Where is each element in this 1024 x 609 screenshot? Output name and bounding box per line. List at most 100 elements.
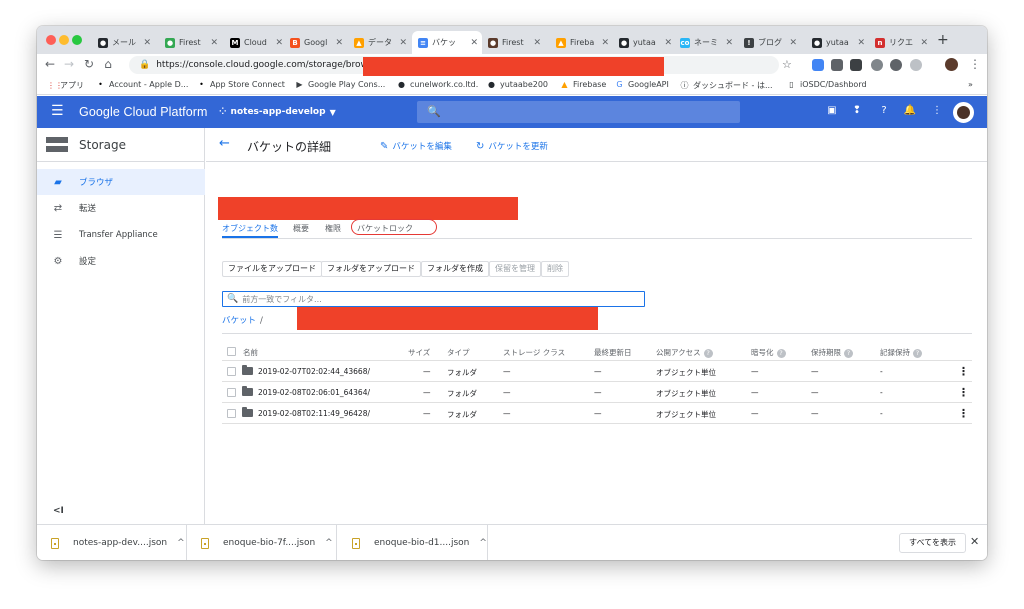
- bookmark-item[interactable]: G GoogleAPI: [615, 80, 668, 89]
- notifications-chat-icon[interactable]: ❢: [850, 105, 864, 116]
- column-header-name[interactable]: 名前: [243, 347, 258, 358]
- column-header-type[interactable]: タイプ: [447, 347, 470, 358]
- browser-tab[interactable]: ● Firest ✕: [159, 31, 222, 54]
- browser-tab[interactable]: ● yutaa ✕: [613, 31, 676, 54]
- more-vert-icon[interactable]: ⋮: [930, 105, 944, 116]
- cell-name[interactable]: 2019-02-08T02:06:01_64364/: [258, 388, 370, 397]
- row-menu-icon[interactable]: ⋮: [958, 407, 969, 420]
- tab-objects[interactable]: オブジェクト数: [222, 223, 278, 234]
- delete-button[interactable]: 削除: [541, 261, 569, 277]
- tab-permissions[interactable]: 権限: [325, 223, 341, 234]
- column-header-updated[interactable]: 最終更新日: [594, 347, 632, 358]
- close-tab-icon[interactable]: ✕: [920, 38, 928, 48]
- bookmark-item[interactable]: ▲ Firebase: [560, 80, 606, 89]
- chevron-up-icon[interactable]: ^: [177, 538, 185, 548]
- cell-name[interactable]: 2019-02-07T02:02:44_43668/: [258, 367, 370, 376]
- help-icon[interactable]: ?: [844, 349, 853, 358]
- reload-icon[interactable]: ↻: [82, 57, 96, 71]
- sidebar-item-transfer[interactable]: ⇄ 転送: [37, 195, 205, 221]
- account-avatar[interactable]: [953, 102, 974, 123]
- table-row[interactable]: 2019-02-08T02:11:49_96428/ — フォルダ — — オブジェクト単…: [222, 403, 972, 424]
- filter-field[interactable]: 🔍: [222, 291, 645, 307]
- browser-tab[interactable]: ≡ バケッ ✕: [412, 31, 482, 54]
- extension-icon[interactable]: [871, 59, 883, 71]
- bookmark-item[interactable]: ▶ Google Play Cons...: [295, 80, 385, 89]
- help-icon[interactable]: ?: [877, 105, 891, 116]
- bookmark-item[interactable]: ● yutaabe200: [487, 80, 548, 89]
- bookmark-item[interactable]: ● cunelwork.co.ltd.: [397, 80, 478, 89]
- cell-name[interactable]: 2019-02-08T02:11:49_96428/: [258, 409, 370, 418]
- column-header-encryption[interactable]: 暗号化?: [751, 347, 786, 358]
- help-icon[interactable]: ?: [913, 349, 922, 358]
- browser-tab[interactable]: n リクエ ✕: [869, 31, 932, 54]
- row-checkbox[interactable]: [227, 388, 236, 397]
- column-header-size[interactable]: サイズ: [408, 347, 430, 358]
- refresh-bucket-button[interactable]: ↻ バケットを更新: [476, 140, 548, 153]
- close-tab-icon[interactable]: ✕: [143, 38, 151, 48]
- column-header-hold[interactable]: 記録保持?: [880, 347, 922, 358]
- upload-folder-button[interactable]: フォルダをアップロード: [321, 261, 421, 277]
- download-item[interactable]: enoque-bio-d1....json ^: [338, 525, 488, 560]
- close-tab-icon[interactable]: ✕: [533, 38, 541, 48]
- row-checkbox[interactable]: [227, 367, 236, 376]
- profile-avatar[interactable]: [945, 58, 958, 71]
- manage-holds-button[interactable]: 保留を管理: [489, 261, 541, 277]
- upload-files-button[interactable]: ファイルをアップロード: [222, 261, 322, 277]
- maximize-window-button[interactable]: [72, 35, 82, 45]
- bell-icon[interactable]: 🔔: [903, 105, 917, 116]
- table-row[interactable]: 2019-02-08T02:06:01_64364/ — フォルダ — — オブジェクト単…: [222, 382, 972, 403]
- row-checkbox[interactable]: [227, 409, 236, 418]
- chevron-up-icon[interactable]: ^: [325, 538, 333, 548]
- browser-tab[interactable]: M Cloud ✕: [224, 31, 287, 54]
- column-header-storage-class[interactable]: ストレージ クラス: [503, 347, 565, 358]
- close-icon[interactable]: ✕: [970, 535, 979, 548]
- column-header-retention[interactable]: 保持期限?: [811, 347, 853, 358]
- browser-tab[interactable]: ● Firest ✕: [482, 31, 545, 54]
- breadcrumb-buckets-link[interactable]: バケット: [222, 316, 256, 326]
- close-tab-icon[interactable]: ✕: [470, 38, 478, 48]
- show-all-downloads-button[interactable]: すべてを表示: [899, 533, 966, 553]
- column-header-public-access[interactable]: 公開アクセス?: [656, 347, 713, 358]
- extension-icon[interactable]: [850, 59, 862, 71]
- project-selector[interactable]: ⁘ notes-app-develop ▼: [219, 107, 336, 117]
- bookmark-item[interactable]: ⋮⋮ アプリ: [47, 80, 84, 91]
- bookmark-item[interactable]: ⓘ ダッシュボード - は...: [680, 80, 773, 91]
- chevron-up-icon[interactable]: ^: [479, 538, 487, 548]
- close-window-button[interactable]: [46, 35, 56, 45]
- select-all-checkbox[interactable]: [227, 347, 236, 356]
- search-input[interactable]: 🔍: [417, 101, 740, 123]
- back-arrow-icon[interactable]: ←: [219, 136, 230, 151]
- download-item[interactable]: notes-app-dev....json ^: [37, 525, 187, 560]
- close-tab-icon[interactable]: ✕: [399, 38, 407, 48]
- bookmark-item[interactable]: ▯ iOSDC/Dashbord: [787, 80, 866, 89]
- sidebar-item-bucket[interactable]: ▰ ブラウザ: [37, 169, 205, 195]
- close-tab-icon[interactable]: ✕: [664, 38, 672, 48]
- browser-tab[interactable]: ▲ データ ✕: [348, 31, 411, 54]
- extension-icon[interactable]: [910, 59, 922, 71]
- back-arrow-icon[interactable]: ←: [43, 57, 57, 71]
- close-tab-icon[interactable]: ✕: [857, 38, 865, 48]
- create-folder-button[interactable]: フォルダを作成: [421, 261, 489, 277]
- sidebar-item-list[interactable]: ☰ Transfer Appliance: [37, 222, 205, 248]
- extension-icon[interactable]: [831, 59, 843, 71]
- bookmark-item[interactable]: • Account - Apple D...: [96, 80, 188, 89]
- close-tab-icon[interactable]: ✕: [335, 38, 343, 48]
- product-title[interactable]: Google Cloud Platform: [79, 105, 208, 119]
- cloud-shell-icon[interactable]: ▣: [825, 105, 839, 116]
- download-item[interactable]: enoque-bio-7f....json ^: [187, 525, 337, 560]
- close-tab-icon[interactable]: ✕: [210, 38, 218, 48]
- collapse-nav-button[interactable]: <I: [53, 506, 64, 516]
- browser-tab[interactable]: ● yutaa ✕: [806, 31, 869, 54]
- minimize-window-button[interactable]: [59, 35, 69, 45]
- help-icon[interactable]: ?: [703, 349, 713, 358]
- close-tab-icon[interactable]: ✕: [789, 38, 797, 48]
- browser-tab[interactable]: co ネーミ ✕: [674, 31, 737, 54]
- close-tab-icon[interactable]: ✕: [725, 38, 733, 48]
- browser-menu-icon[interactable]: ⋮: [969, 57, 981, 71]
- extension-icon[interactable]: [890, 59, 902, 71]
- edit-bucket-button[interactable]: ✎ バケットを編集: [380, 140, 452, 153]
- row-menu-icon[interactable]: ⋮: [958, 365, 969, 378]
- bookmark-item[interactable]: • App Store Connect: [197, 80, 285, 89]
- forward-arrow-icon[interactable]: →: [62, 57, 76, 71]
- bookmarks-more-button[interactable]: »: [968, 80, 973, 89]
